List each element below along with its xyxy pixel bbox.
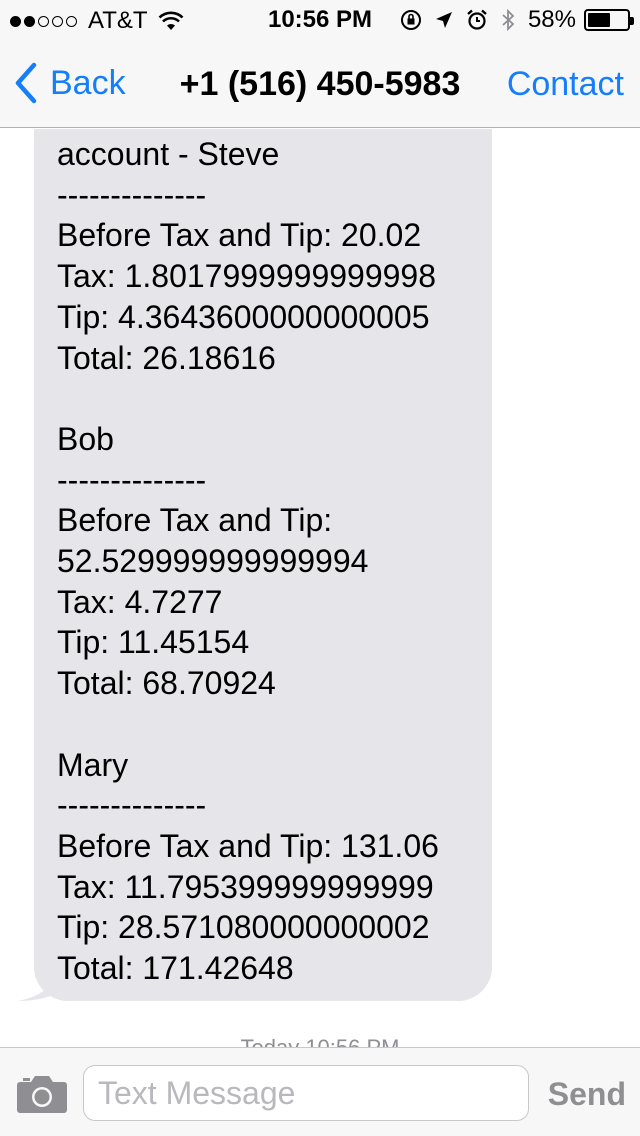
message-input[interactable] [83,1065,529,1121]
message-line [57,378,487,419]
send-button[interactable]: Send [548,1076,626,1113]
message-line [57,704,487,745]
camera-icon[interactable] [16,1072,68,1114]
message-line: account - Steve [57,136,280,172]
status-bar: AT&T 10:56 PM 58% [0,0,640,40]
message-line: Tax: 1.8017999999999998 [57,258,437,295]
orientation-lock-icon [400,9,422,31]
navigation-bar: Back +1 (516) 450-5983 Contact [0,40,640,128]
message-line: Tip: 11.45154 [57,624,250,661]
message-timestamp: Today 10:56 PM [0,1035,640,1047]
message-line: Total: 171.42648 [57,950,294,987]
bluetooth-icon [500,8,516,32]
battery-icon [584,9,634,31]
message-line: Total: 26.18616 [57,339,276,376]
status-right: 58% [400,6,634,34]
message-line: Tax: 4.7277 [57,583,223,620]
message-line: -------------- [57,787,207,824]
battery-nub [630,17,634,25]
message-line: Tip: 4.3643600000000005 [57,298,430,335]
bubble-tail [18,965,58,1001]
alarm-icon [466,9,488,31]
message-line: Bob [57,420,114,457]
message-input-bar: Send [0,1047,640,1136]
message-line: -------------- [57,461,207,498]
message-line: Before Tax and Tip: 131.06 [57,827,439,864]
message-line: Mary [57,746,129,783]
battery-percent: 58% [527,6,576,33]
message-line: Tax: 11.795399999999999 [57,868,434,905]
conversation-view[interactable]: account - Steve -------------- Before Tax … [0,129,640,1047]
message-line: Before Tax and Tip: 20.02 [57,217,422,254]
messages-screen: AT&T 10:56 PM 58% Back +1 (516) 450-5983… [0,0,640,1136]
battery-level-fill [588,13,611,27]
message-line: Tip: 28.571080000000002 [57,909,430,946]
message-line: Before Tax and Tip: [57,502,333,539]
message-line: 52.529999999999994 [57,543,369,580]
message-line: -------------- [57,176,207,213]
contact-button[interactable]: Contact [507,65,624,104]
message-line: Total: 68.70924 [57,665,276,702]
location-arrow-icon [434,10,454,30]
message-text: account - Steve -------------- Before Tax … [57,134,487,989]
